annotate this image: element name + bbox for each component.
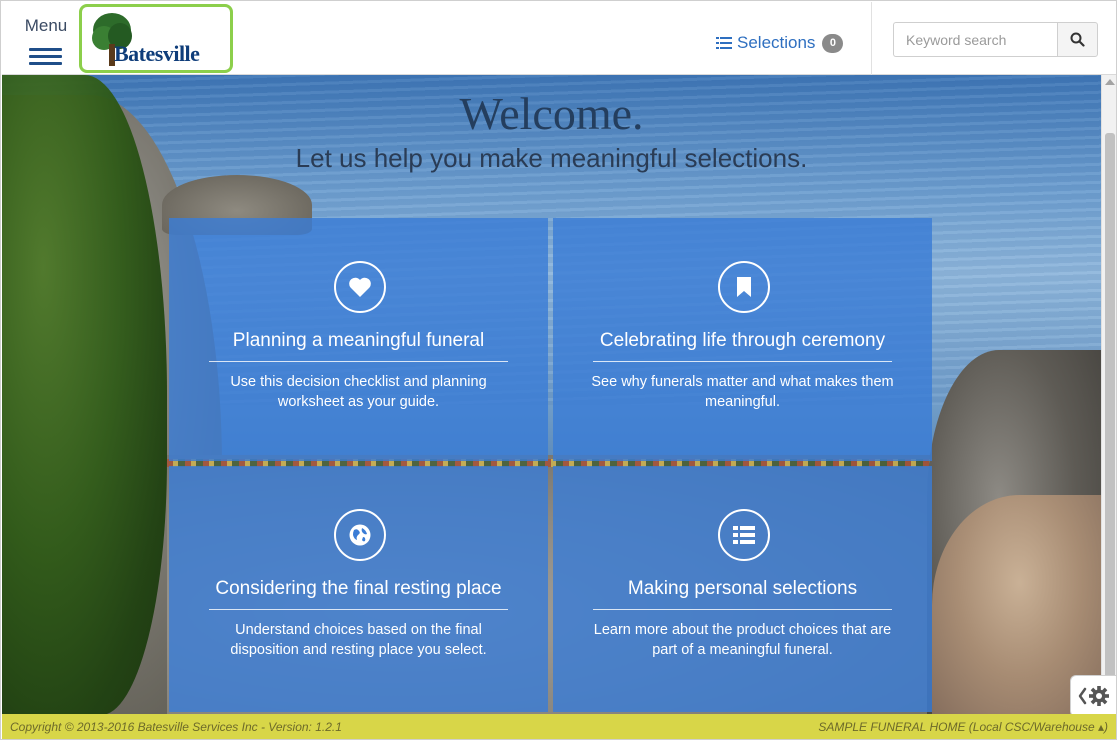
hero-background: Welcome. Let us help you make meaningful… bbox=[2, 75, 1101, 714]
welcome-heading: Welcome. bbox=[459, 88, 644, 139]
logo-text: Batesville bbox=[114, 41, 200, 66]
top-header: Menu Batesville Selections 0 bbox=[2, 2, 1116, 75]
keyword-search-input[interactable] bbox=[893, 22, 1058, 57]
footer-bar: Copyright © 2013-2016 Batesville Service… bbox=[2, 714, 1116, 739]
menu-label: Menu bbox=[24, 16, 68, 35]
menu-button[interactable]: Menu bbox=[22, 16, 70, 68]
tile-divider bbox=[593, 361, 892, 362]
tile-ceremony[interactable]: Celebrating life through ceremony See wh… bbox=[553, 218, 932, 461]
selections-link[interactable]: Selections 0 bbox=[716, 32, 844, 54]
tile-resting-place[interactable]: Considering the final resting place Unde… bbox=[169, 466, 548, 712]
tile-description: Use this decision checklist and planning… bbox=[230, 374, 487, 410]
tile-divider bbox=[209, 609, 508, 610]
header-divider bbox=[871, 2, 872, 75]
tile-description: Understand choices based on the final di… bbox=[230, 622, 487, 658]
settings-toggle-button[interactable] bbox=[1070, 675, 1116, 717]
search-button[interactable] bbox=[1057, 22, 1098, 57]
list-icon bbox=[716, 37, 732, 49]
welcome-tagline: Let us help you make meaningful selectio… bbox=[295, 143, 808, 173]
location-selector[interactable]: SAMPLE FUNERAL HOME (Local CSC/Warehouse… bbox=[818, 720, 1108, 734]
hamburger-icon bbox=[29, 48, 62, 66]
tile-title: Making personal selections bbox=[627, 578, 858, 599]
tile-title: Planning a meaningful funeral bbox=[232, 330, 485, 351]
search-icon bbox=[1070, 32, 1085, 47]
tile-personal-selections[interactable]: Making personal selections Learn more ab… bbox=[553, 466, 932, 712]
heart-icon bbox=[334, 261, 386, 313]
app-window: Menu Batesville Selections 0 Keyword sea… bbox=[0, 0, 1117, 740]
gear-icon bbox=[1078, 686, 1109, 706]
tile-divider bbox=[593, 609, 892, 610]
tile-title: Considering the final resting place bbox=[215, 578, 502, 599]
tile-description: See why funerals matter and what makes t… bbox=[591, 374, 894, 410]
scrollbar-thumb[interactable] bbox=[1105, 133, 1115, 708]
selections-label: Selections bbox=[737, 33, 816, 52]
batesville-logo[interactable]: Batesville bbox=[79, 4, 233, 73]
vertical-scrollbar[interactable] bbox=[1101, 75, 1116, 714]
tile-planning[interactable]: Planning a meaningful funeral Use this d… bbox=[169, 218, 548, 461]
copyright-text: Copyright © 2013-2016 Batesville Service… bbox=[10, 720, 342, 734]
bookmark-icon bbox=[718, 261, 770, 313]
tile-title: Celebrating life through ceremony bbox=[599, 330, 886, 351]
tile-description: Learn more about the product choices tha… bbox=[593, 622, 892, 658]
list-icon bbox=[718, 509, 770, 561]
scroll-up-arrow-icon[interactable] bbox=[1105, 79, 1115, 85]
selections-count-badge: 0 bbox=[822, 33, 844, 53]
globe-icon bbox=[334, 509, 386, 561]
tile-divider bbox=[209, 361, 508, 362]
